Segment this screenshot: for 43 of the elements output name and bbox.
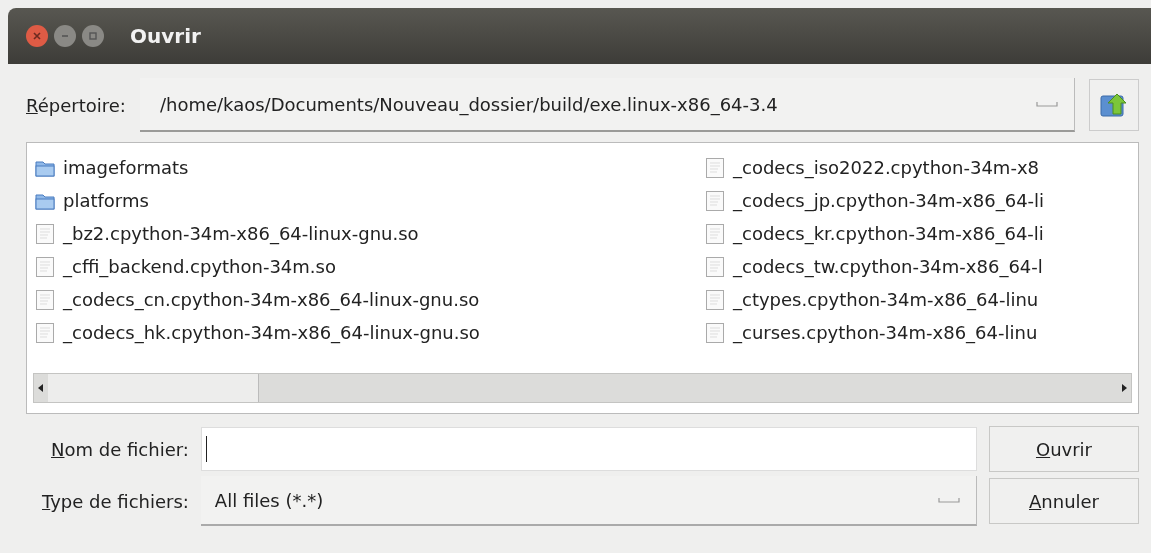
- file-item[interactable]: _curses.cpython-34m-x86_64-linu: [705, 316, 1045, 349]
- dropdown-handle-icon: [938, 497, 960, 503]
- file-item[interactable]: imageformats: [35, 151, 645, 184]
- file-item[interactable]: _codecs_iso2022.cpython-34m-x8: [705, 151, 1045, 184]
- minimize-button[interactable]: [54, 25, 76, 47]
- filename-field[interactable]: [200, 427, 977, 471]
- window-title: Ouvrir: [130, 24, 201, 48]
- file-item[interactable]: _cffi_backend.cpython-34m.so: [35, 250, 645, 283]
- file-item[interactable]: _codecs_jp.cpython-34m-x86_64-li: [705, 184, 1045, 217]
- file-icon: [705, 189, 725, 212]
- file-item[interactable]: _codecs_hk.cpython-34m-x86_64-linux-gnu.so: [35, 316, 645, 349]
- filename-label: Nom de fichier:: [50, 438, 189, 460]
- folder-icon: [35, 191, 55, 210]
- cancel-button[interactable]: Annuler: [989, 478, 1139, 524]
- maximize-button[interactable]: [82, 25, 104, 47]
- file-icon: [705, 222, 725, 245]
- open-button[interactable]: Ouvrir: [989, 426, 1139, 472]
- directory-dropdown[interactable]: /home/kaos/Documents/Nouveau_dossier/build/exe.linux-x86_64-3.4: [139, 78, 1075, 132]
- file-item[interactable]: _codecs_kr.cpython-34m-x86_64-li: [705, 217, 1045, 250]
- maximize-icon: [88, 31, 98, 41]
- filetype-label: Type de fichiers:: [41, 490, 189, 512]
- file-icon: [35, 255, 55, 278]
- parent-folder-button[interactable]: [1089, 79, 1139, 131]
- directory-label: Répertoire:: [26, 94, 126, 116]
- filetype-dropdown[interactable]: All files (*.*): [200, 476, 977, 526]
- horizontal-scrollbar[interactable]: [33, 373, 1132, 403]
- file-item[interactable]: _codecs_cn.cpython-34m-x86_64-linux-gnu.so: [35, 283, 645, 316]
- file-icon: [705, 321, 725, 344]
- file-icon: [35, 321, 55, 344]
- folder-icon: [35, 158, 55, 177]
- close-button[interactable]: [26, 25, 48, 47]
- file-item[interactable]: _codecs_tw.cpython-34m-x86_64-l: [705, 250, 1045, 283]
- file-icon: [705, 288, 725, 311]
- file-icon: [35, 222, 55, 245]
- file-item[interactable]: _bz2.cpython-34m-x86_64-linux-gnu.so: [35, 217, 645, 250]
- file-item[interactable]: _ctypes.cpython-34m-x86_64-linu: [705, 283, 1045, 316]
- file-icon: [35, 288, 55, 311]
- scrollbar-thumb[interactable]: [48, 374, 259, 402]
- dropdown-handle-icon: [1036, 101, 1058, 107]
- file-item[interactable]: platforms: [35, 184, 645, 217]
- file-icon: [705, 156, 725, 179]
- file-icon: [705, 255, 725, 278]
- close-icon: [32, 31, 42, 41]
